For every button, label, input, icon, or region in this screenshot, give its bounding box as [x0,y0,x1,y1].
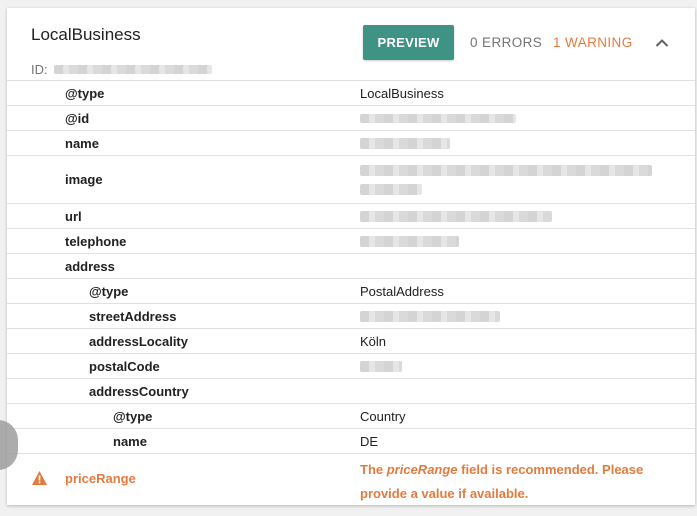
structured-data-card: LocalBusiness ID: PREVIEW 0 ERRORS 1 WAR… [7,8,695,505]
table-row: postalCode [7,353,695,378]
redacted-value [360,113,516,123]
property-key: @type [113,408,153,424]
property-key: address [65,258,115,274]
table-row: streetAddress [7,303,695,328]
table-row: address [7,253,695,278]
redacted-value [360,137,450,149]
table-row: addressLocality Köln [7,328,695,353]
property-value [360,156,652,203]
property-value [360,106,516,130]
property-key: @type [89,283,129,299]
table-row: name DE [7,428,695,453]
warning-property-key: priceRange [65,470,136,486]
table-row: addressCountry [7,378,695,403]
property-key: name [65,135,99,151]
redacted-value [360,360,402,372]
redacted-value [360,164,652,176]
property-key: url [65,208,82,224]
item-id: ID: [31,62,212,77]
property-value [360,131,450,155]
property-value [360,354,402,378]
id-label: ID: [31,62,48,77]
chevron-up-icon[interactable] [653,34,671,52]
warning-text: The [360,462,387,477]
property-value: LocalBusiness [360,85,444,101]
property-value: PostalAddress [360,283,444,299]
property-key: name [113,433,147,449]
property-value [360,229,459,253]
table-row: @id [7,105,695,130]
table-row: @type LocalBusiness [7,80,695,105]
redacted-value [360,183,422,195]
property-key: streetAddress [89,308,177,324]
property-key: addressCountry [89,383,189,399]
property-key: @type [65,85,105,101]
property-key: postalCode [89,358,160,374]
preview-button[interactable]: PREVIEW [363,25,454,60]
property-value: Country [360,408,406,424]
warning-message: The priceRange field is recommended. Ple… [360,458,660,506]
errors-count[interactable]: 0 ERRORS [470,35,542,50]
table-row: url [7,203,695,228]
properties-table: @type LocalBusiness @id name image url t… [7,80,695,502]
table-row: image [7,155,695,203]
redacted-value [360,310,500,322]
property-value [360,204,552,228]
warning-triangle-icon [32,471,47,485]
property-key: addressLocality [89,333,188,349]
warnings-count[interactable]: 1 WARNING [553,35,633,50]
warning-field-name: priceRange [386,462,458,477]
item-type-title: LocalBusiness [31,25,141,44]
property-value: Köln [360,333,387,349]
property-key: image [65,172,103,187]
table-row: @type PostalAddress [7,278,695,303]
redacted-value [360,235,459,247]
card-header: LocalBusiness ID: PREVIEW 0 ERRORS 1 WAR… [7,8,695,80]
property-value [360,304,500,328]
property-value: DE [360,433,379,449]
warning-row: priceRange The priceRange field is recom… [7,453,695,502]
table-row: @type Country [7,403,695,428]
property-key: @id [65,110,90,126]
property-key: telephone [65,233,127,249]
redacted-value [360,210,552,222]
table-row: telephone [7,228,695,253]
table-row: name [7,130,695,155]
redacted-id [53,65,212,74]
